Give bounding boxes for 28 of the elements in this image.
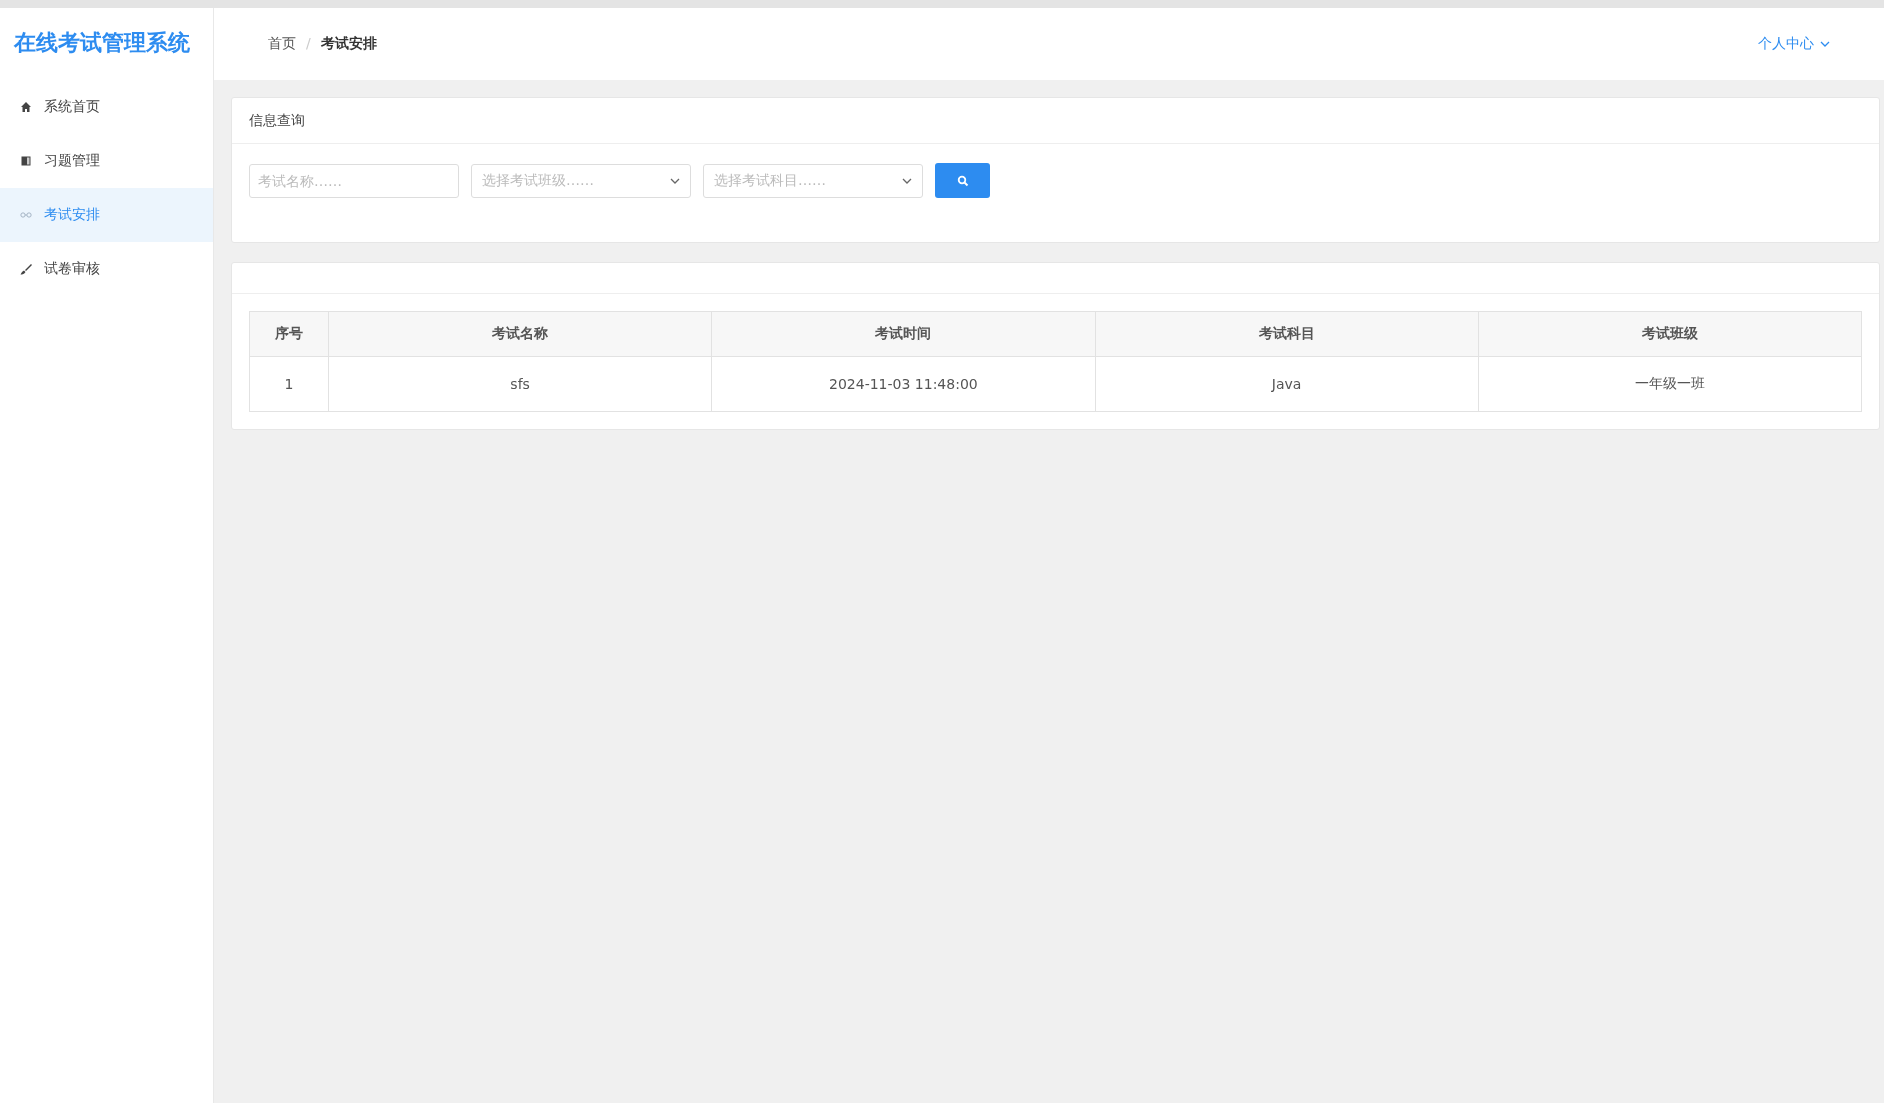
sidebar-item[interactable]: 系统首页 [0, 80, 213, 134]
house-icon [20, 101, 32, 113]
column-header: 考试科目 [1095, 311, 1479, 357]
table-cell: sfs [328, 356, 712, 412]
book-icon [20, 155, 32, 167]
table-cell: 1 [249, 356, 329, 412]
table-cell: Java [1095, 356, 1479, 412]
column-header: 考试时间 [711, 311, 1095, 357]
sidebar-item[interactable]: 习题管理 [0, 134, 213, 188]
column-header: 考试名称 [328, 311, 712, 357]
exam-name-field[interactable]: 考试名称…… [249, 163, 459, 198]
table-cell: 2024-11-03 11:48:00 [711, 356, 1095, 412]
app-title: 在线考试管理系统 [13, 29, 191, 57]
table-cell: 一年级一班 [1478, 356, 1862, 412]
search-button[interactable] [935, 163, 990, 198]
chevron-down-icon [670, 177, 680, 184]
chevron-down-icon [1820, 41, 1830, 47]
panel-title: 信息查询 [249, 111, 305, 130]
glasses-icon [20, 209, 32, 221]
chevron-down-icon [902, 177, 912, 184]
breadcrumb-separator: / [306, 35, 311, 53]
column-header: 考试班级 [1478, 311, 1862, 357]
brush-icon [20, 263, 32, 275]
search-icon [956, 174, 969, 187]
sidebar-item[interactable]: 试卷审核 [0, 242, 213, 296]
breadcrumb-link[interactable]: 首页 [268, 35, 296, 53]
column-header: 序号 [249, 311, 329, 357]
user-menu[interactable]: 个人中心 [1758, 35, 1830, 53]
